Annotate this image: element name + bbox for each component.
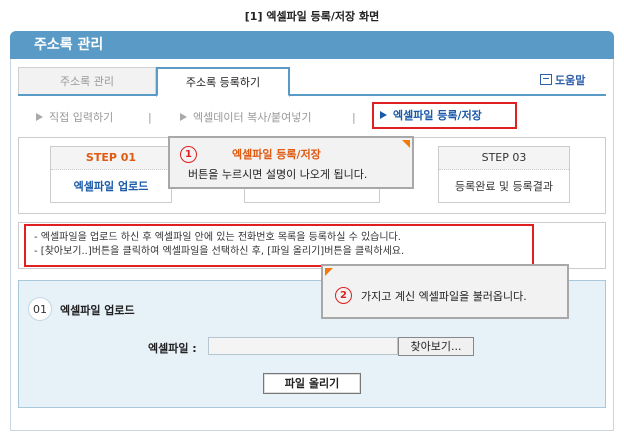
subnav-excel-upload[interactable]: 엑셀파일 등록/저장: [380, 108, 482, 124]
arrow-right-icon: [380, 111, 387, 119]
section-title: 엑셀파일 업로드: [60, 304, 135, 317]
step-desc: 엑셀파일 업로드: [73, 180, 149, 193]
tooltip-title: 엑셀파일 등록/저장: [232, 148, 321, 161]
tooltip-callout-2: 2 가지고 계신 엑셀파일을 불러옵니다.: [321, 264, 569, 319]
tabs-underline: [18, 94, 606, 96]
help-link[interactable]: 도움말: [540, 72, 585, 90]
step-03: STEP 03 등록완료 및 등록결과: [438, 146, 570, 203]
file-label: 엑셀파일 :: [148, 342, 197, 355]
corner-marker-icon: [325, 268, 333, 276]
tab-register[interactable]: 주소록 등록하기: [156, 67, 290, 97]
corner-marker-icon: [402, 140, 410, 148]
step-desc: 등록완료 및 등록결과: [454, 180, 554, 193]
file-path-input[interactable]: [208, 337, 398, 355]
subnav-label: 엑셀파일 등록/저장: [393, 109, 482, 122]
subnav-label: 직접 입력하기: [49, 111, 114, 124]
figure-caption: [1] 엑셀파일 등록/저장 화면: [244, 10, 380, 23]
subnav-label: 엑셀데이터 복사/붙여넣기: [193, 111, 312, 124]
notice-line: - [찾아보기..]버튼을 클릭하여 엑셀파일을 선택하신 후, [파일 올리기…: [34, 246, 405, 257]
help-book-icon: [540, 74, 552, 85]
step-title: STEP 01: [51, 147, 171, 170]
tooltip-text: 버튼을 누르시면 설명이 나오게 됩니다.: [188, 168, 368, 181]
section-number: 01: [28, 297, 52, 321]
subnav-separator: |: [352, 111, 356, 124]
subnav-copy-paste[interactable]: 엑셀데이터 복사/붙여넣기: [180, 110, 312, 126]
tooltip-text: 가지고 계신 엑셀파일을 불러옵니다.: [361, 290, 527, 303]
help-label: 도움말: [555, 74, 586, 87]
browse-button[interactable]: 찾아보기...: [398, 337, 474, 356]
arrow-right-icon: [36, 113, 43, 121]
step-title: STEP 03: [439, 147, 569, 170]
page-header: 주소록 관리: [10, 31, 614, 59]
circled-number-icon: 2: [335, 287, 352, 304]
arrow-right-icon: [180, 113, 187, 121]
subnav-separator: |: [148, 111, 152, 124]
step-01: STEP 01 엑셀파일 업로드: [50, 146, 172, 203]
upload-file-button[interactable]: 파일 올리기: [263, 373, 361, 394]
subnav-direct-input[interactable]: 직접 입력하기: [36, 110, 113, 126]
tab-address-book[interactable]: 주소록 관리: [18, 67, 156, 95]
notice-line: - 엑셀파일을 업로드 하신 후 엑셀파일 안에 있는 전화번호 목록을 등록하…: [34, 232, 401, 243]
circled-number-icon: 1: [180, 146, 197, 163]
tooltip-callout-1: 1 엑셀파일 등록/저장 버튼을 누르시면 설명이 나오게 됩니다.: [168, 136, 414, 189]
